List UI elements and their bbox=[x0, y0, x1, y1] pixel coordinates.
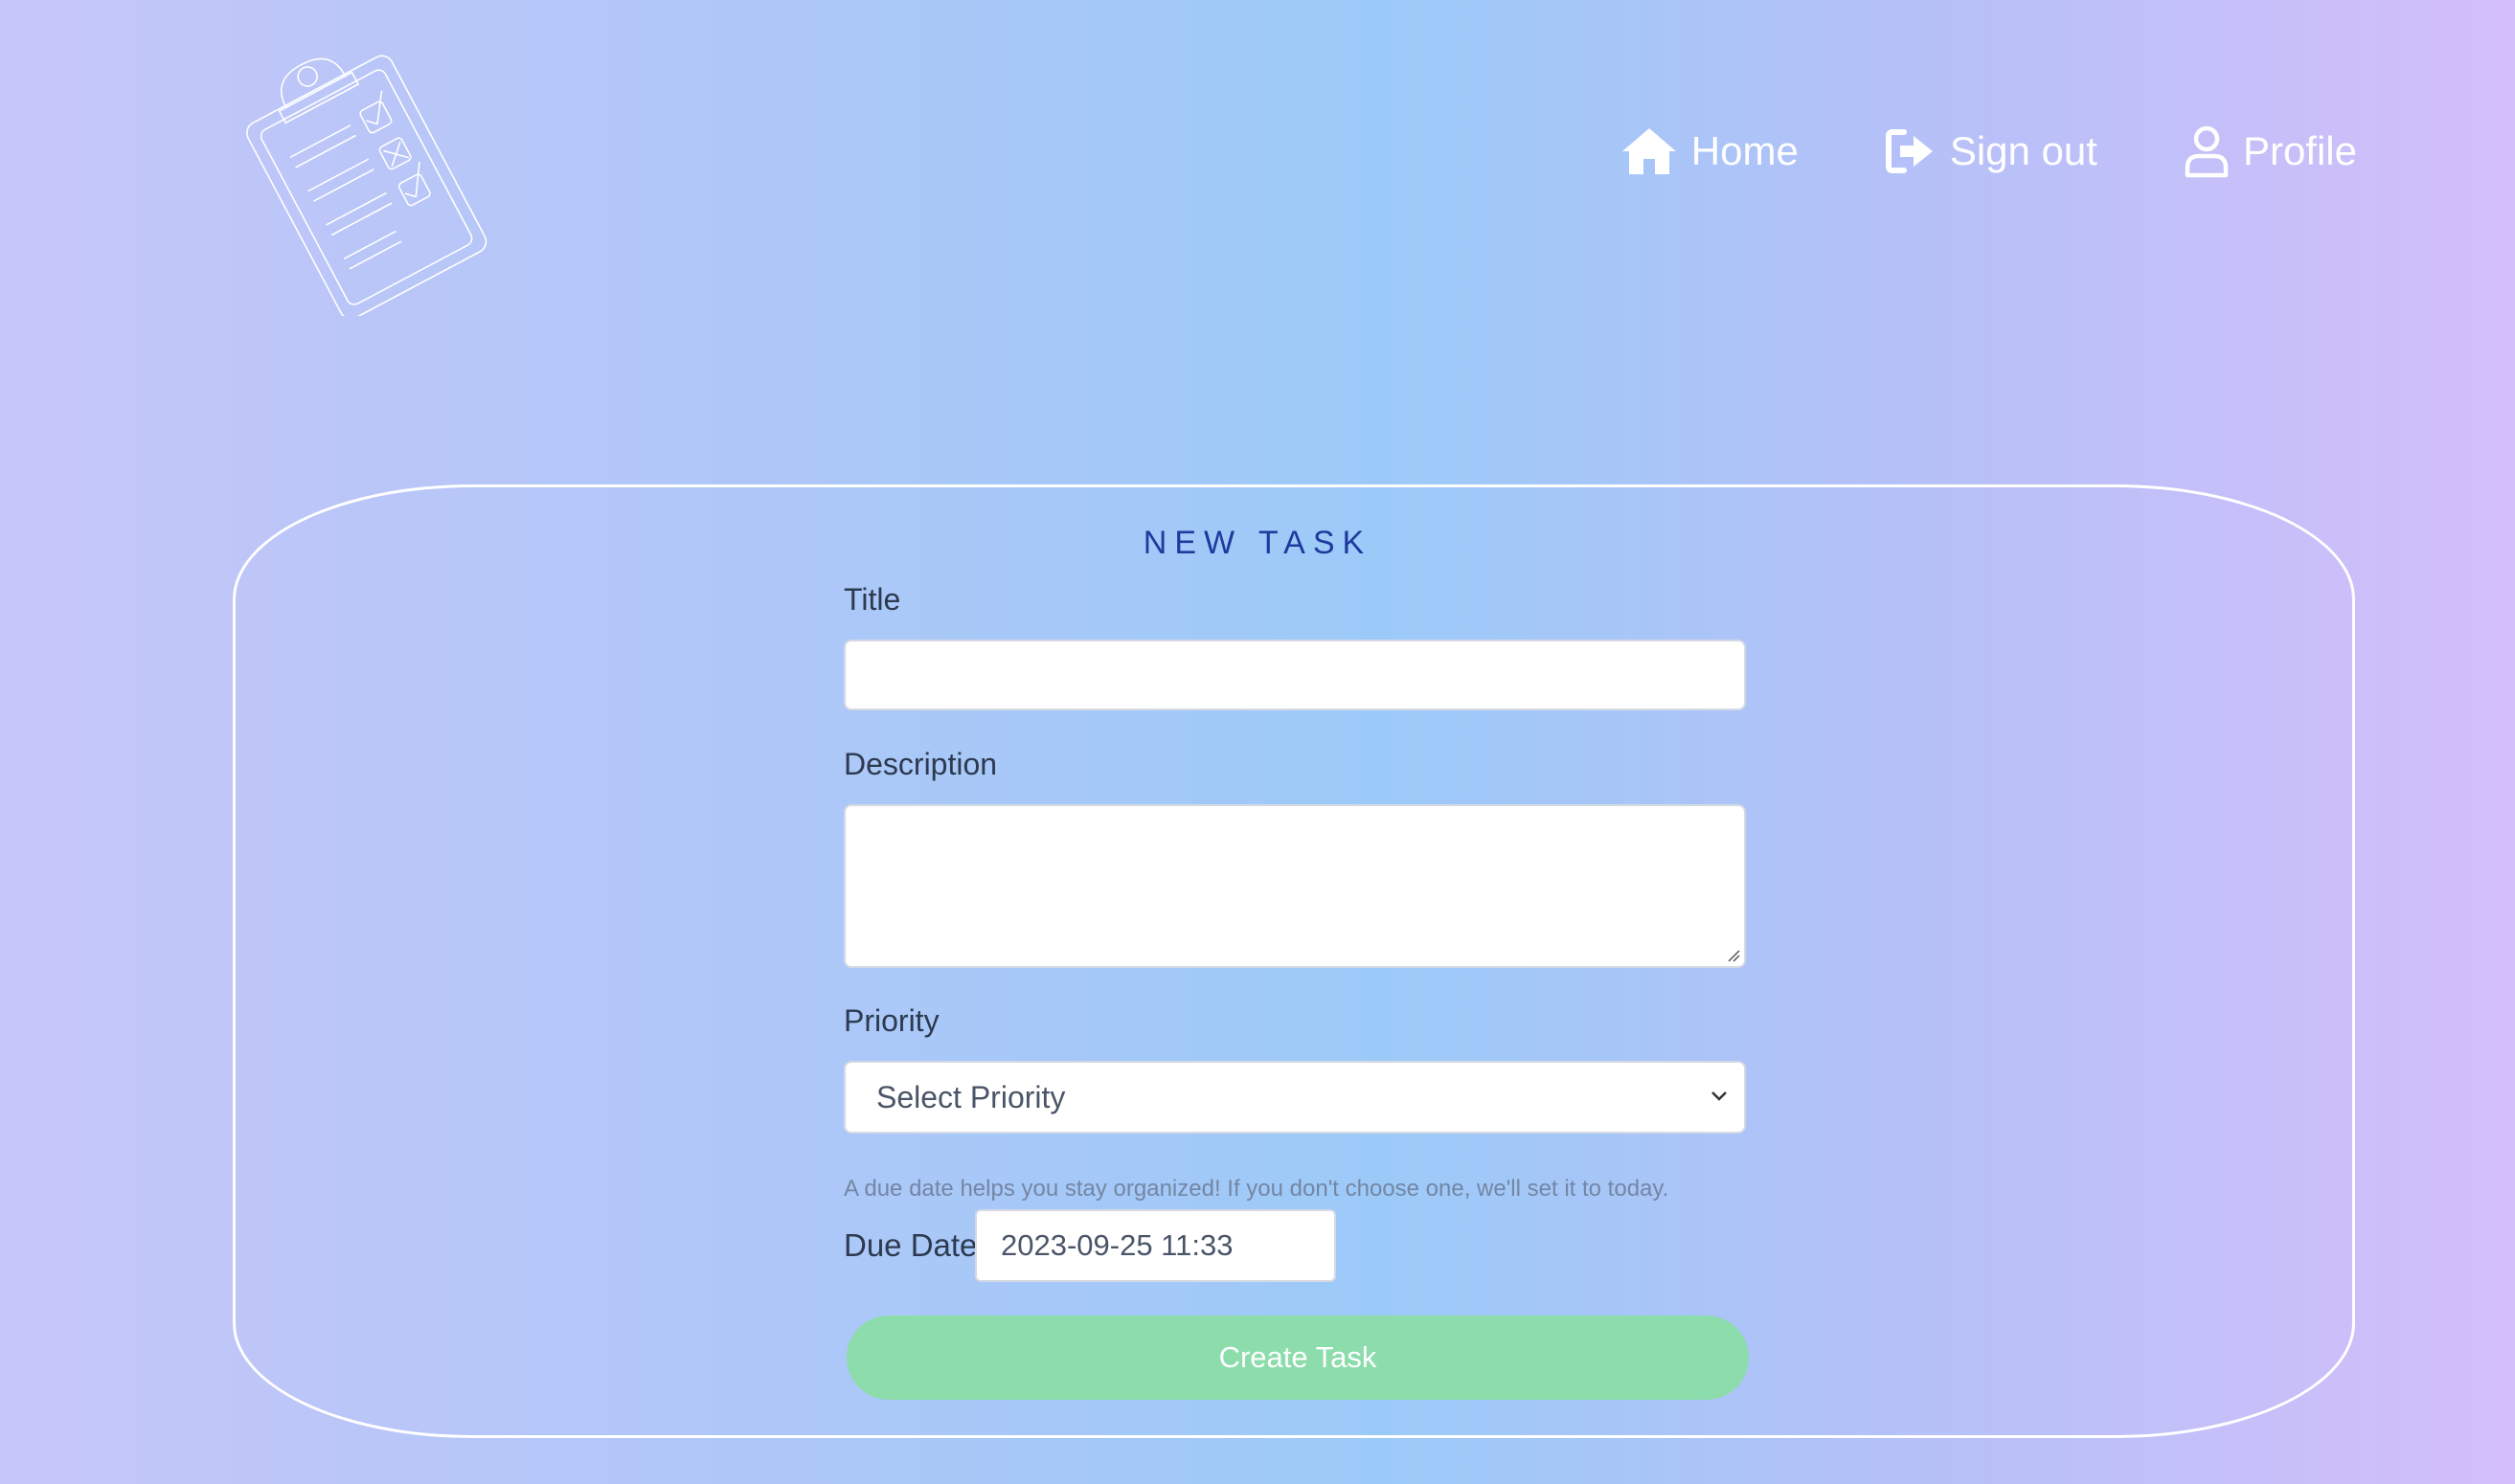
description-textarea[interactable] bbox=[844, 804, 1746, 968]
resize-grip-icon[interactable] bbox=[1727, 949, 1740, 962]
nav-sign-out-link[interactable]: Sign out bbox=[1885, 128, 2097, 174]
description-label: Description bbox=[844, 747, 998, 781]
nav-home-link[interactable]: Home bbox=[1620, 126, 1799, 176]
sign-out-arrow-icon bbox=[1885, 128, 1937, 174]
create-task-button[interactable]: Create Task bbox=[847, 1315, 1749, 1400]
clipboard-checklist-icon bbox=[230, 29, 517, 320]
priority-select[interactable]: Select Priority bbox=[844, 1061, 1746, 1134]
nav-profile-link[interactable]: Profile bbox=[2184, 124, 2357, 178]
title-label: Title bbox=[844, 582, 901, 617]
due-date-label: Due Date bbox=[844, 1227, 978, 1263]
user-icon bbox=[2184, 124, 2230, 178]
house-icon bbox=[1620, 126, 1678, 176]
priority-label: Priority bbox=[844, 1003, 940, 1038]
top-navigation: Home Sign out Profile bbox=[1620, 124, 2357, 178]
title-input[interactable] bbox=[844, 640, 1746, 710]
due-date-value: 2023-09-25 11:33 bbox=[1001, 1228, 1234, 1262]
nav-home-label: Home bbox=[1690, 128, 1799, 173]
chevron-down-icon bbox=[1711, 1091, 1727, 1101]
nav-sign-out-label: Sign out bbox=[1949, 128, 2097, 173]
priority-selected-value: Select Priority bbox=[876, 1079, 1066, 1114]
nav-profile-label: Profile bbox=[2242, 128, 2357, 173]
form-heading: NEW TASK bbox=[1143, 525, 1372, 561]
due-date-hint: A due date helps you stay organized! If … bbox=[844, 1176, 1669, 1202]
due-date-input[interactable]: 2023-09-25 11:33 bbox=[975, 1209, 1336, 1282]
